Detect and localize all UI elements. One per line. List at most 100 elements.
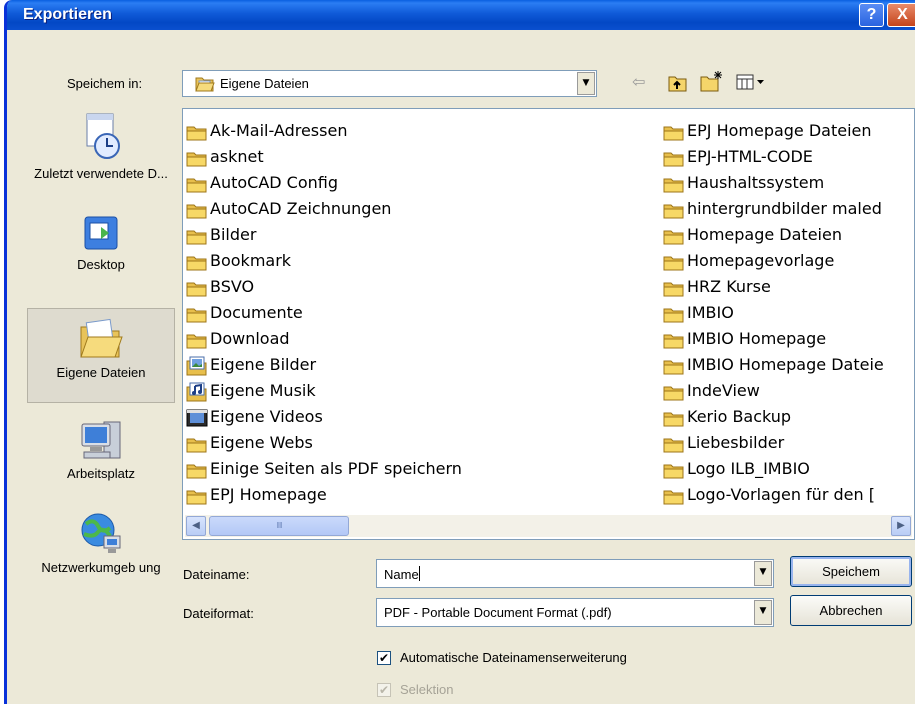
folder-icon <box>186 197 210 223</box>
file-list-item[interactable]: HRZ Kurse <box>663 274 884 300</box>
file-list-item[interactable]: Eigene Videos <box>186 404 462 430</box>
folder-icon <box>186 126 207 140</box>
file-list-item[interactable]: Documente <box>186 300 462 326</box>
file-list-item[interactable]: Logo-Vorlagen für den [ <box>663 482 884 508</box>
view-menu-icon[interactable] <box>736 74 766 90</box>
file-list-item[interactable]: Einige Seiten als PDF speichern <box>186 456 462 482</box>
file-list-item[interactable]: hintergrundbilder maled <box>663 196 884 222</box>
chevron-down-icon[interactable]: ▼ <box>754 600 772 625</box>
fileformat-select[interactable]: PDF - Portable Document Format (.pdf) ▼ <box>376 598 774 627</box>
file-list-item[interactable]: Homepage Dateien <box>663 222 884 248</box>
recent-documents-icon <box>86 113 120 159</box>
lookin-value: Eigene Dateien <box>220 76 309 91</box>
up-folder-icon[interactable] <box>668 74 688 92</box>
folder-icon <box>663 249 687 275</box>
folder-icon <box>663 204 684 218</box>
help-button[interactable]: ? <box>859 3 884 27</box>
filename-input[interactable]: Name ▼ <box>376 559 774 588</box>
file-name: Eigene Bilder <box>210 355 317 374</box>
close-button[interactable]: X <box>887 3 915 27</box>
network-places-icon <box>81 513 121 553</box>
folder-icon <box>186 490 207 504</box>
file-list-item[interactable]: AutoCAD Zeichnungen <box>186 196 462 222</box>
auto-extension-checkbox[interactable]: ✔ <box>377 651 391 665</box>
folder-icon <box>663 334 684 348</box>
file-list-item[interactable]: Eigene Webs <box>186 430 462 456</box>
folder-icon <box>186 282 207 296</box>
file-name: EPJ Homepage Dateien <box>687 121 872 140</box>
file-list[interactable]: Ak-Mail-Adressen asknet AutoCAD Config Auto… <box>182 108 915 540</box>
chevron-down-icon[interactable]: ▼ <box>577 72 595 95</box>
lookin-dropdown[interactable]: Eigene Dateien ▼ <box>182 70 597 97</box>
file-list-item[interactable]: Eigene Musik <box>186 378 462 404</box>
file-list-item[interactable]: BSVO <box>186 274 462 300</box>
file-list-item[interactable]: IMBIO Homepage Dateie <box>663 352 884 378</box>
file-name: IMBIO <box>687 303 734 322</box>
music-folder-icon <box>186 382 207 402</box>
file-name: asknet <box>210 147 264 166</box>
folder-icon <box>186 438 207 452</box>
file-list-item[interactable]: asknet <box>186 144 462 170</box>
music-folder-icon <box>186 379 210 405</box>
filename-history-dropdown[interactable]: ▼ <box>754 561 772 586</box>
file-list-item[interactable]: Bookmark <box>186 248 462 274</box>
folder-icon <box>663 152 684 166</box>
file-name: IMBIO Homepage Dateie <box>687 355 884 374</box>
file-column-2: EPJ Homepage Dateien EPJ-HTML-CODE Haushal… <box>663 118 884 508</box>
file-name: AutoCAD Config <box>210 173 339 192</box>
file-list-item[interactable]: EPJ Homepage <box>186 482 462 508</box>
places-mycomputer[interactable]: Arbeitsplatz <box>27 418 175 493</box>
folder-icon <box>663 308 684 322</box>
file-list-item[interactable]: Download <box>186 326 462 352</box>
file-list-item[interactable]: Kerio Backup <box>663 404 884 430</box>
folder-icon <box>663 256 684 270</box>
folder-icon <box>663 438 684 452</box>
folder-icon <box>186 275 210 301</box>
file-list-item[interactable]: Haushaltssystem <box>663 170 884 196</box>
file-name: Eigene Videos <box>210 407 323 426</box>
file-name: BSVO <box>210 277 255 296</box>
title-bar[interactable]: Exportieren ? X <box>7 0 915 30</box>
file-list-item[interactable]: IndeView <box>663 378 884 404</box>
file-list-item[interactable]: IMBIO <box>663 300 884 326</box>
folder-icon <box>186 223 210 249</box>
places-network[interactable]: Netzwerkumgeb ung <box>27 510 175 605</box>
file-name: Homepage Dateien <box>687 225 842 244</box>
scroll-left-button[interactable]: ◀ <box>186 516 206 536</box>
places-mycomputer-label: Arbeitsplatz <box>67 466 135 481</box>
file-name: EPJ Homepage <box>210 485 327 504</box>
folder-icon <box>663 171 687 197</box>
folder-icon <box>186 178 207 192</box>
save-button[interactable]: Speichem <box>790 556 912 587</box>
folder-icon <box>663 431 687 457</box>
folder-icon <box>663 379 687 405</box>
horizontal-scrollbar[interactable]: ◀ IIII ▶ <box>185 515 912 537</box>
file-name: Logo-Vorlagen für den [ <box>687 485 875 504</box>
cancel-button[interactable]: Abbrechen <box>790 595 912 626</box>
folder-icon <box>663 197 687 223</box>
folder-icon <box>663 386 684 400</box>
places-desktop[interactable]: Desktop <box>27 215 175 290</box>
file-list-item[interactable]: Eigene Bilder <box>186 352 462 378</box>
places-recent[interactable]: Zuletzt verwendete D... <box>27 110 175 210</box>
file-list-item[interactable]: AutoCAD Config <box>186 170 462 196</box>
file-name: Haushaltssystem <box>687 173 825 192</box>
file-list-item[interactable]: IMBIO Homepage <box>663 326 884 352</box>
file-list-item[interactable]: Liebesbilder <box>663 430 884 456</box>
scroll-right-button[interactable]: ▶ <box>891 516 911 536</box>
new-folder-icon[interactable] <box>700 70 724 92</box>
file-list-item[interactable]: Logo ILB_IMBIO <box>663 456 884 482</box>
file-name: Kerio Backup <box>687 407 792 426</box>
file-list-item[interactable]: Homepagevorlage <box>663 248 884 274</box>
auto-extension-label: Automatische Dateinamenserweiterung <box>400 650 627 665</box>
file-list-item[interactable]: Bilder <box>186 222 462 248</box>
file-list-item[interactable]: Ak-Mail-Adressen <box>186 118 462 144</box>
folder-icon <box>186 119 210 145</box>
back-icon[interactable]: ⇦ <box>632 72 645 91</box>
scroll-thumb[interactable]: IIII <box>209 516 349 536</box>
places-mydocs[interactable]: Eigene Dateien <box>27 308 175 403</box>
file-list-item[interactable]: EPJ-HTML-CODE <box>663 144 884 170</box>
folder-icon <box>186 301 210 327</box>
file-list-item[interactable]: EPJ Homepage Dateien <box>663 118 884 144</box>
folder-icon <box>663 457 687 483</box>
